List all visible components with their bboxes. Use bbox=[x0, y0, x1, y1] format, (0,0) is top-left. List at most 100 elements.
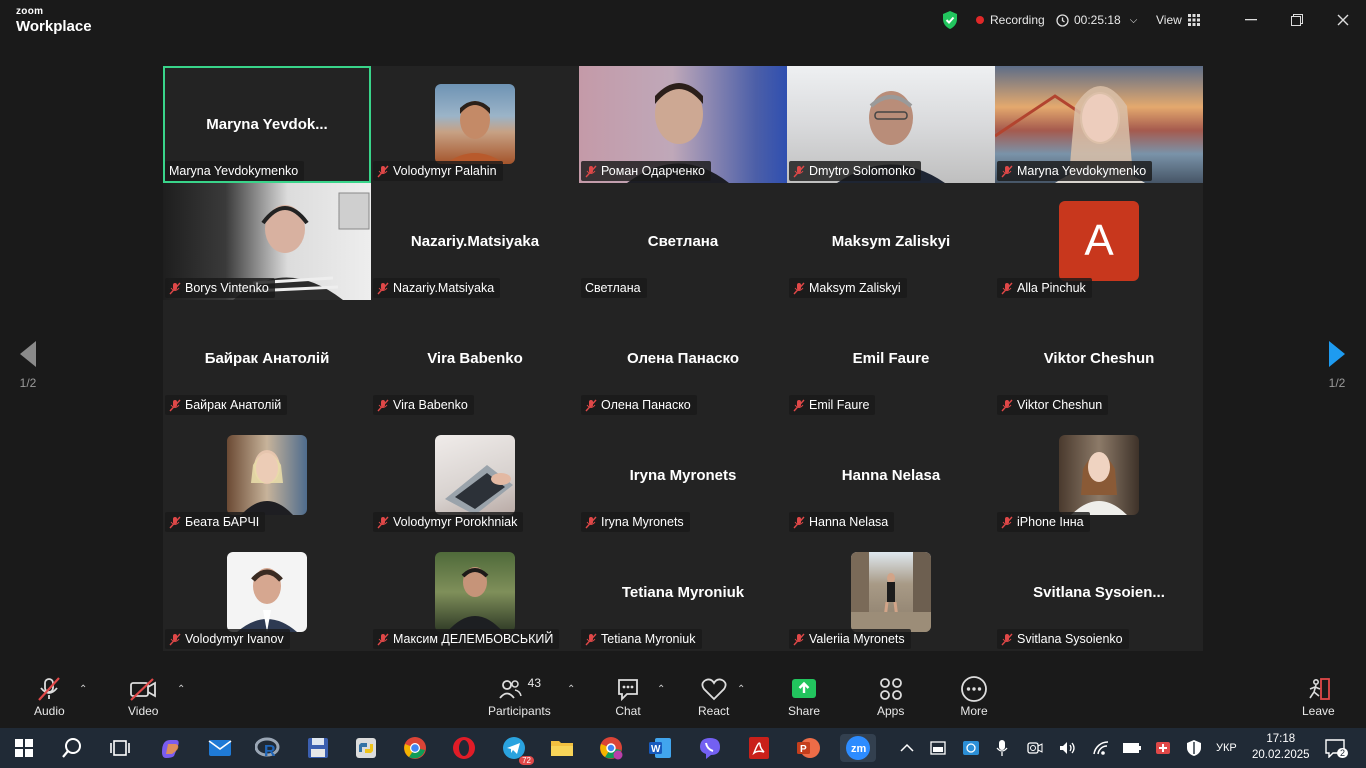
chrome-profile-icon[interactable] bbox=[597, 734, 625, 762]
windows-start-icon[interactable] bbox=[10, 734, 38, 762]
participant-tile[interactable]: Maryna Yevdokymenko bbox=[995, 66, 1203, 183]
react-label: React bbox=[698, 704, 730, 718]
participants-options-caret[interactable]: ⌃ bbox=[567, 684, 575, 695]
participant-tile[interactable]: A Alla Pinchuk bbox=[995, 183, 1203, 300]
participant-tile[interactable]: Светлана Светлана bbox=[579, 183, 787, 300]
participant-tile[interactable]: Tetiana Myroniuk Tetiana Myroniuk bbox=[579, 534, 787, 651]
participant-tile[interactable]: Maksym Zaliskyi Maksym Zaliskyi bbox=[787, 183, 995, 300]
react-options-caret[interactable]: ⌃ bbox=[737, 684, 745, 695]
participant-tile[interactable]: Svitlana Sysoien... Svitlana Sysoienko bbox=[995, 534, 1203, 651]
audio-button[interactable]: Audio bbox=[34, 674, 65, 718]
profile-photo bbox=[435, 84, 515, 164]
participant-tile[interactable]: iPhone Інна bbox=[995, 417, 1203, 534]
participant-tile[interactable]: Volodymyr Palahin bbox=[371, 66, 579, 183]
file-explorer-icon[interactable] bbox=[548, 734, 576, 762]
participant-name: iPhone Інна bbox=[1017, 515, 1084, 529]
share-label: Share bbox=[788, 704, 821, 718]
mic-muted-icon bbox=[377, 399, 389, 412]
participant-tile[interactable]: Borys Vintenko bbox=[163, 183, 371, 300]
audio-options-caret[interactable]: ⌃ bbox=[79, 684, 87, 695]
tray-security-icon[interactable] bbox=[1154, 728, 1172, 768]
participant-tile[interactable]: Vira Babenko Vira Babenko bbox=[371, 300, 579, 417]
participants-button[interactable]: 43 Participants bbox=[488, 674, 551, 718]
zoom-app-icon[interactable]: zm bbox=[840, 734, 876, 762]
tray-network-app-icon[interactable] bbox=[962, 728, 980, 768]
telegram-badge: 72 bbox=[519, 756, 534, 765]
next-page[interactable]: 1/2 bbox=[1327, 340, 1347, 390]
video-options-caret[interactable]: ⌃ bbox=[177, 684, 185, 695]
recording-indicator[interactable]: Recording bbox=[976, 0, 1045, 40]
chat-button[interactable]: Chat bbox=[615, 674, 641, 718]
copilot-icon[interactable] bbox=[156, 734, 184, 762]
participant-tile[interactable]: Maryna Yevdok... Maryna Yevdokymenko bbox=[163, 66, 371, 183]
mic-muted-icon bbox=[377, 282, 389, 295]
meeting-timer[interactable]: 00:25:18 ⌵ bbox=[1056, 0, 1137, 40]
mic-muted-icon bbox=[793, 516, 805, 529]
participant-tile[interactable]: Олена Панаско Олена Панаско bbox=[579, 300, 787, 417]
chat-options-caret[interactable]: ⌃ bbox=[657, 684, 665, 695]
profile-photo bbox=[227, 435, 307, 515]
name-label: Роман Одарченко bbox=[581, 161, 711, 181]
volume-icon[interactable] bbox=[1058, 728, 1076, 768]
search-icon[interactable] bbox=[58, 734, 86, 762]
minimize-button[interactable] bbox=[1241, 10, 1261, 30]
participant-tile[interactable]: Hanna Nelasa Hanna Nelasa bbox=[787, 417, 995, 534]
prev-page[interactable]: 1/2 bbox=[18, 340, 38, 390]
name-label: Maryna Yevdokymenko bbox=[997, 161, 1153, 181]
participant-tile[interactable]: Роман Одарченко bbox=[579, 66, 787, 183]
mail-icon[interactable] bbox=[206, 734, 234, 762]
participant-tile[interactable]: Dmytro Solomonko bbox=[787, 66, 995, 183]
defender-shield-icon[interactable] bbox=[1186, 728, 1202, 768]
video-button[interactable]: Video bbox=[128, 674, 158, 718]
participant-tile[interactable]: Iryna Myronets Iryna Myronets bbox=[579, 417, 787, 534]
restore-button[interactable] bbox=[1287, 10, 1307, 30]
more-button[interactable]: More bbox=[960, 674, 988, 718]
viber-icon[interactable] bbox=[696, 734, 724, 762]
tray-camera-icon[interactable] bbox=[1026, 728, 1044, 768]
mic-muted-icon bbox=[793, 282, 805, 295]
tray-window-icon[interactable] bbox=[930, 728, 946, 768]
participant-name: Hanna Nelasa bbox=[809, 515, 889, 529]
opera-icon[interactable] bbox=[450, 734, 478, 762]
participant-tile[interactable]: Беата БАРЧІ bbox=[163, 417, 371, 534]
meeting-toolbar: Audio ⌃ Video ⌃ 43 Participants ⌃ Chat ⌃… bbox=[0, 668, 1366, 728]
system-clock[interactable]: 17:18 20.02.2025 bbox=[1252, 731, 1310, 763]
participant-tile[interactable]: Valeriia Myronets bbox=[787, 534, 995, 651]
chrome-icon[interactable] bbox=[401, 734, 429, 762]
encryption-shield-icon[interactable] bbox=[941, 0, 959, 40]
pdf-reader-icon[interactable] bbox=[745, 734, 773, 762]
participant-tile[interactable]: Байрак Анатолій Байрак Анатолій bbox=[163, 300, 371, 417]
apps-button[interactable]: Apps bbox=[877, 674, 904, 718]
close-button[interactable] bbox=[1333, 10, 1353, 30]
participant-tile[interactable]: Volodymyr Ivanov bbox=[163, 534, 371, 651]
heart-icon bbox=[701, 678, 727, 701]
task-view-icon[interactable] bbox=[106, 734, 134, 762]
participant-name: Volodymyr Ivanov bbox=[185, 632, 284, 646]
participant-tile[interactable]: Volodymyr Porokhniak bbox=[371, 417, 579, 534]
clock-time: 17:18 bbox=[1266, 733, 1296, 745]
python-icon[interactable] bbox=[352, 734, 380, 762]
participant-tile[interactable]: Emil Faure Emil Faure bbox=[787, 300, 995, 417]
notifications-icon[interactable]: 2 bbox=[1324, 728, 1349, 768]
view-button[interactable]: View bbox=[1156, 0, 1200, 40]
participant-display-name: Nazariy.Matsiyaka bbox=[410, 233, 540, 250]
wifi-icon[interactable] bbox=[1092, 728, 1110, 768]
name-label: Volodymyr Porokhniak bbox=[373, 512, 524, 532]
participant-tile[interactable]: Максим ДЕЛЕМБОВСЬКИЙ bbox=[371, 534, 579, 651]
participant-tile[interactable]: Viktor Cheshun Viktor Cheshun bbox=[995, 300, 1203, 417]
participant-name: Svitlana Sysoienko bbox=[1017, 632, 1123, 646]
tray-mic-icon[interactable] bbox=[996, 728, 1008, 768]
battery-icon[interactable] bbox=[1122, 728, 1142, 768]
mic-muted-icon bbox=[1001, 399, 1013, 412]
r-app-icon[interactable]: R bbox=[254, 734, 282, 762]
telegram-icon[interactable]: 72 bbox=[500, 734, 534, 765]
tray-overflow-icon[interactable] bbox=[900, 728, 914, 768]
leave-button[interactable]: Leave bbox=[1302, 674, 1335, 718]
language-indicator[interactable]: УКР bbox=[1216, 728, 1237, 768]
share-button[interactable]: Share bbox=[788, 674, 820, 718]
word-icon[interactable]: W bbox=[646, 734, 674, 762]
save-disk-icon[interactable] bbox=[304, 734, 332, 762]
powerpoint-icon[interactable]: P bbox=[794, 734, 822, 762]
participant-tile[interactable]: Nazariy.Matsiyaka Nazariy.Matsiyaka bbox=[371, 183, 579, 300]
react-button[interactable]: React bbox=[698, 674, 729, 718]
